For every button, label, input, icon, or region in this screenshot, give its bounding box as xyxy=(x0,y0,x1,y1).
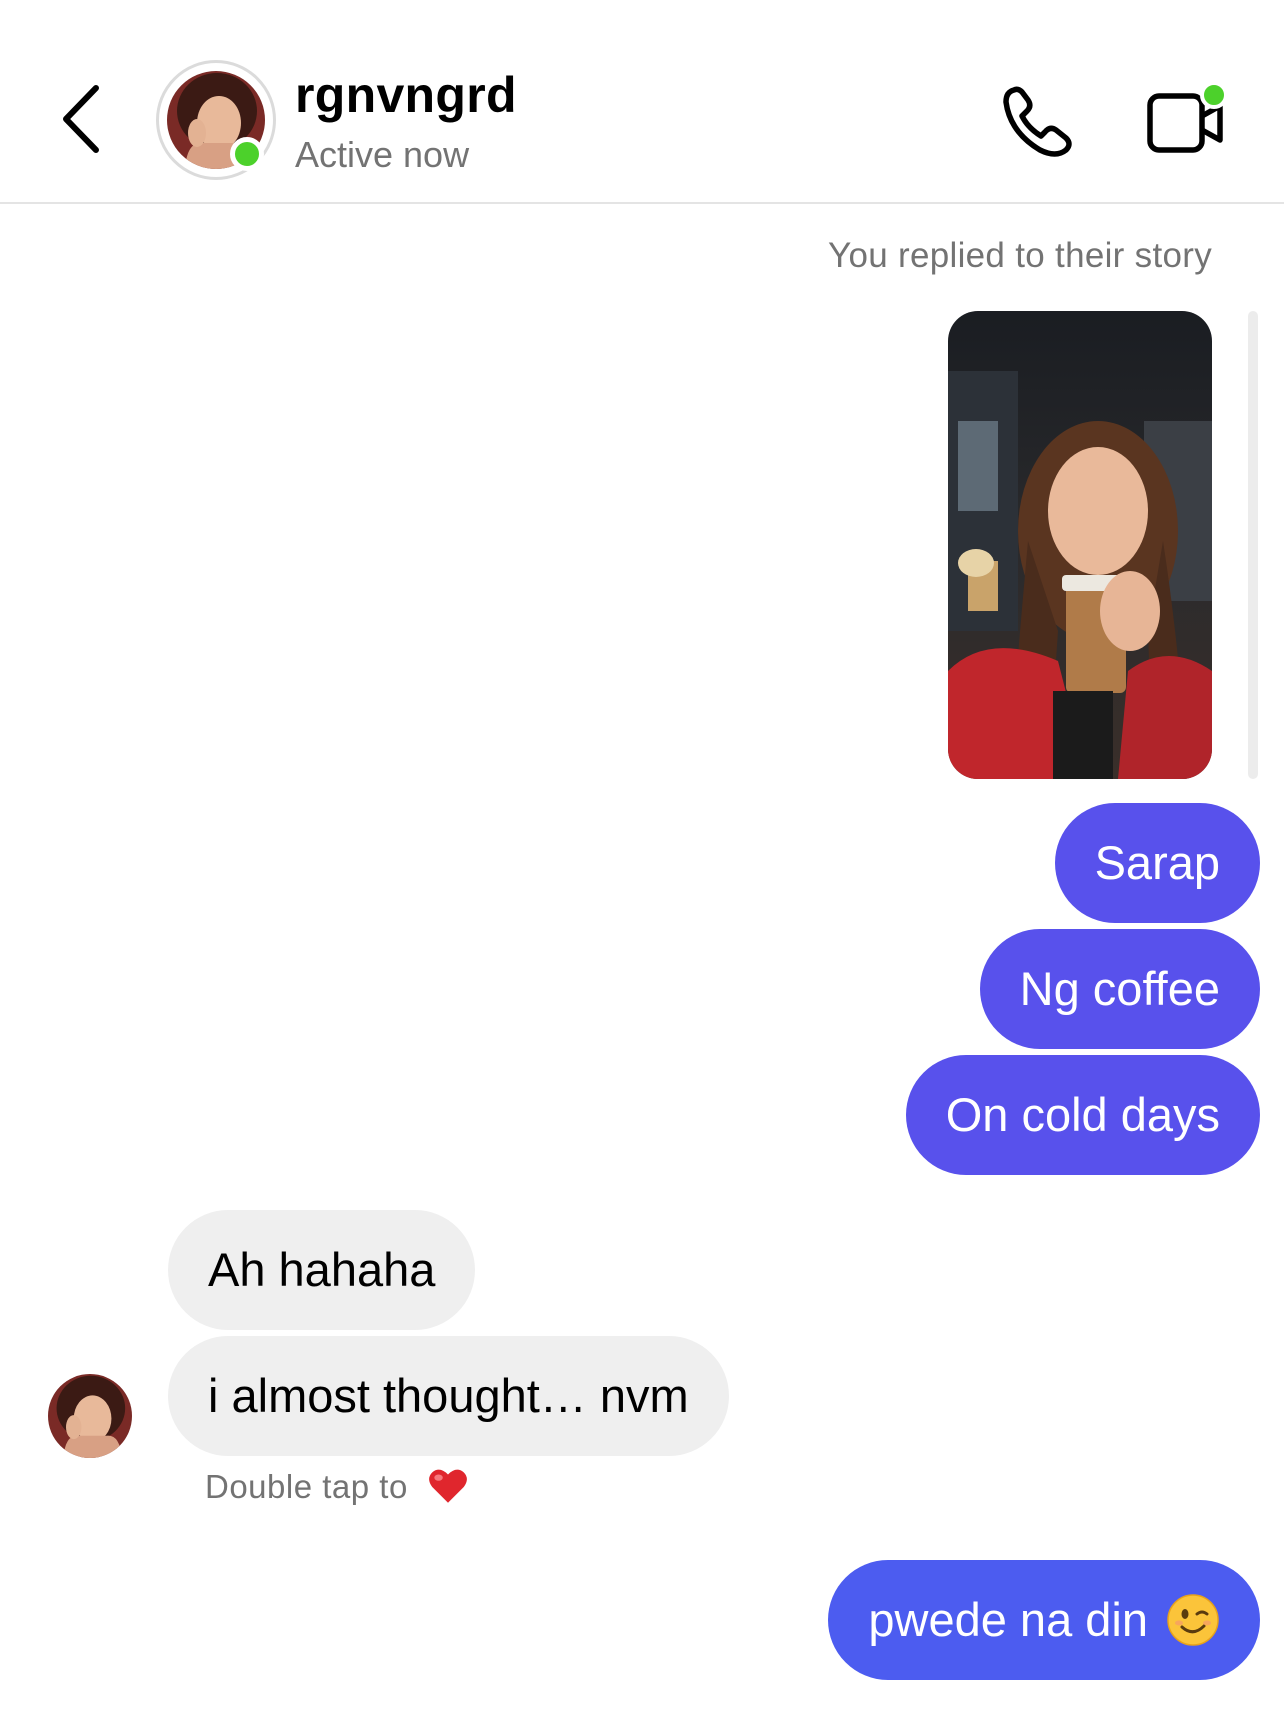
chevron-left-icon xyxy=(63,85,99,153)
audio-call-button[interactable] xyxy=(1000,84,1076,160)
online-status-dot xyxy=(230,137,264,171)
message-bubble-outgoing-latest[interactable]: pwede na din xyxy=(828,1560,1260,1680)
heart-icon xyxy=(429,1469,468,1504)
message-bubble-incoming[interactable]: Ah hahaha xyxy=(168,1210,476,1330)
message-bubble-outgoing[interactable]: Ng coffee xyxy=(979,929,1260,1049)
chat-header: rgnvngrd Active now xyxy=(0,0,1284,204)
message-bubble-outgoing[interactable]: On cold days xyxy=(905,1055,1260,1175)
back-button[interactable] xyxy=(56,82,116,156)
sender-avatar[interactable] xyxy=(48,1374,132,1458)
story-reply-label: You replied to their story xyxy=(828,236,1212,275)
message-bubble-incoming[interactable]: i almost thought… nvm xyxy=(168,1336,729,1456)
story-thumbnail[interactable] xyxy=(948,311,1212,779)
double-tap-hint: Double tap to xyxy=(205,1468,469,1507)
message-text: pwede na din xyxy=(868,1593,1148,1646)
winking-face-emoji-icon xyxy=(1167,1593,1219,1646)
video-camera-icon xyxy=(1147,81,1228,153)
phone-icon xyxy=(1003,86,1072,157)
double-tap-hint-text: Double tap to xyxy=(205,1468,408,1505)
story-scroll-indicator xyxy=(1248,311,1258,779)
active-status: Active now xyxy=(295,134,470,175)
message-bubble-outgoing[interactable]: Sarap xyxy=(1054,803,1260,923)
video-call-button[interactable] xyxy=(1146,81,1228,162)
username[interactable]: rgnvngrd xyxy=(295,66,517,124)
